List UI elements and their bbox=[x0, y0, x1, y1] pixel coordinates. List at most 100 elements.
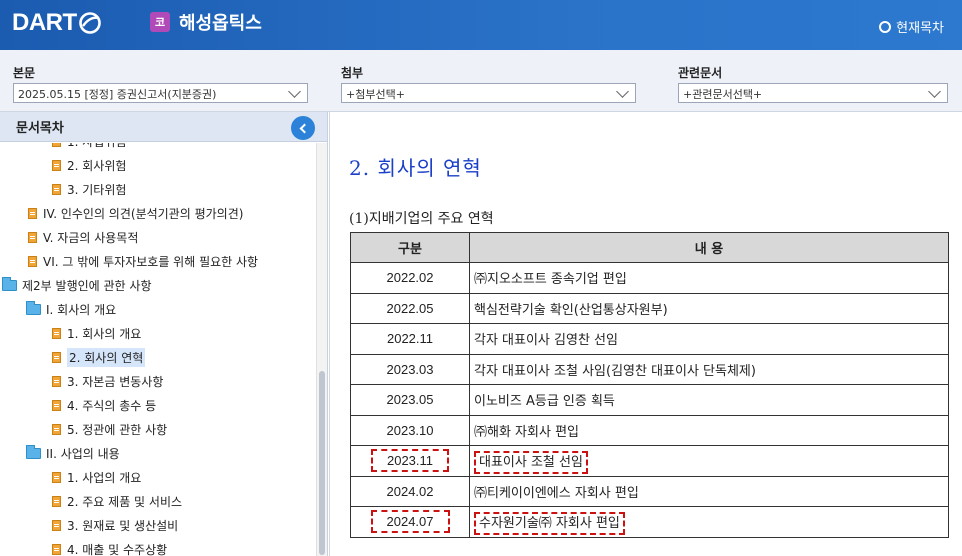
sidebar-item[interactable]: 5. 정관에 관한 사항 bbox=[52, 419, 167, 439]
date-text: 2024.07 bbox=[370, 510, 450, 534]
document-icon bbox=[52, 143, 61, 147]
document-viewer: 2. 회사의 연혁 (1)지배기업의 주요 연혁 구분 내 용 2022.02 ㈜… bbox=[329, 112, 962, 556]
date-text: 2024.02 bbox=[386, 483, 434, 499]
sidebar-item[interactable]: 4. 주식의 총수 등 bbox=[52, 395, 156, 415]
document-icon bbox=[52, 351, 61, 363]
sidebar-item-label: 2. 회사위험 bbox=[67, 158, 127, 173]
history-table-body: 2022.02 ㈜지오소프트 종속기업 편입 2022.05 핵심전략기술 확인(산업… bbox=[350, 262, 949, 538]
collapse-sidebar-button[interactable] bbox=[291, 116, 315, 140]
document-icon bbox=[28, 255, 37, 267]
sidebar-item-label: V. 자금의 사용목적 bbox=[43, 230, 139, 245]
date-cell: 2023.10 bbox=[350, 414, 470, 446]
desc-cell: ㈜지오소프트 종속기업 편입 bbox=[469, 262, 949, 294]
main-doc-value: 2025.05.15 [정정] 증권신고서(지분증권) bbox=[18, 88, 217, 101]
sidebar-item[interactable]: 제2부 발행인에 관한 사항 bbox=[2, 275, 151, 295]
date-cell: 2024.02 bbox=[350, 475, 470, 507]
sidebar-item[interactable]: 2. 회사의 연혁 bbox=[52, 347, 146, 367]
date-text: 2023.11 bbox=[370, 449, 450, 473]
table-row: 2023.11 대표이사 조철 선임 bbox=[350, 445, 949, 477]
table-row: 2022.02 ㈜지오소프트 종속기업 편입 bbox=[350, 262, 949, 294]
sidebar-item-label: 2. 회사의 연혁 bbox=[67, 347, 146, 367]
toc-tree: 1. 사업위험 2. 회사위험 3. 기타위험 IV. 인수인의 의견(분석기관의 평… bbox=[0, 143, 316, 556]
document-icon bbox=[28, 231, 37, 243]
table-row: 2023.10 ㈜해화 자회사 편입 bbox=[350, 414, 949, 446]
desc-cell: 이노비즈 A등급 인증 획득 bbox=[469, 384, 949, 416]
top-header: DART 코 해성옵틱스 현재목차 bbox=[0, 0, 962, 50]
folder-icon bbox=[26, 444, 41, 459]
sidebar-item[interactable]: 3. 기타위험 bbox=[52, 179, 126, 199]
document-icon bbox=[52, 543, 61, 555]
toc-title: 문서목차 bbox=[16, 121, 64, 136]
table-row: 2023.05 이노비즈 A등급 인증 획득 bbox=[350, 384, 949, 416]
sidebar-item-label: 3. 원재료 및 생산설비 bbox=[67, 518, 179, 533]
logo-globe-icon bbox=[78, 12, 101, 34]
desc-text: 대표이사 조철 선임 bbox=[474, 451, 588, 475]
toc-scrollbar[interactable] bbox=[316, 143, 327, 556]
desc-text: 수자원기술㈜ 자회사 편입 bbox=[474, 512, 625, 536]
related-doc-label: 관련문서 bbox=[678, 66, 723, 80]
date-cell: 2023.03 bbox=[350, 353, 470, 385]
current-toc-toggle[interactable]: 현재목차 bbox=[879, 17, 944, 36]
date-text: 2022.05 bbox=[386, 300, 434, 316]
date-cell: 2023.11 bbox=[350, 445, 470, 477]
table-row: 2022.05 핵심전략기술 확인(산업통상자원부) bbox=[350, 292, 949, 324]
sidebar-item[interactable]: 3. 자본금 변동사항 bbox=[52, 371, 163, 391]
folder-icon bbox=[2, 276, 17, 291]
main-doc-select[interactable]: 2025.05.15 [정정] 증권신고서(지분증권) bbox=[13, 83, 308, 103]
sidebar-item-label: 3. 기타위험 bbox=[67, 182, 127, 197]
desc-text: 이노비즈 A등급 인증 획득 bbox=[474, 394, 615, 410]
sidebar-item[interactable]: 1. 회사의 개요 bbox=[52, 323, 141, 343]
chevron-down-icon bbox=[616, 85, 629, 98]
sidebar-item-label: 1. 사업위험 bbox=[67, 143, 126, 150]
document-icon bbox=[52, 159, 61, 171]
sidebar-item-label: 제2부 발행인에 관한 사항 bbox=[22, 278, 152, 293]
desc-text: ㈜해화 자회사 편입 bbox=[474, 424, 579, 440]
date-text: 2022.02 bbox=[386, 270, 434, 286]
sidebar-item[interactable]: 2. 주요 제품 및 서비스 bbox=[52, 491, 182, 511]
document-icon bbox=[52, 399, 61, 411]
folder-icon bbox=[26, 300, 41, 315]
sidebar-item-label: 1. 회사의 개요 bbox=[67, 326, 142, 341]
desc-text: 각자 대표이사 김영찬 선임 bbox=[474, 333, 618, 349]
sidebar-item[interactable]: 1. 사업의 개요 bbox=[52, 467, 141, 487]
desc-text: ㈜티케이이엔에스 자회사 편입 bbox=[474, 485, 639, 501]
scroll-thumb[interactable] bbox=[319, 371, 325, 555]
radio-icon bbox=[879, 20, 892, 33]
sidebar-item[interactable]: 3. 원재료 및 생산설비 bbox=[52, 515, 178, 535]
table-header-row: 구분 내 용 bbox=[350, 232, 949, 263]
desc-text: ㈜지오소프트 종속기업 편입 bbox=[474, 272, 627, 288]
document-icon bbox=[52, 423, 61, 435]
desc-cell: 핵심전략기술 확인(산업통상자원부) bbox=[469, 292, 949, 324]
sidebar-item[interactable]: I. 회사의 개요 bbox=[26, 299, 116, 319]
chevron-down-icon bbox=[288, 85, 301, 98]
date-text: 2023.05 bbox=[386, 392, 434, 408]
document-icon bbox=[52, 495, 61, 507]
sidebar-item[interactable]: IV. 인수인의 의견(분석기관의 평가의견) bbox=[28, 203, 243, 223]
sidebar-item[interactable]: 2. 회사위험 bbox=[52, 155, 126, 175]
attach-doc-value: +첨부선택+ bbox=[346, 88, 405, 101]
document-icon bbox=[52, 471, 61, 483]
document-icon bbox=[52, 183, 61, 195]
document-icon bbox=[28, 207, 37, 219]
related-doc-select[interactable]: +관련문서선택+ bbox=[678, 83, 948, 103]
dart-logo[interactable]: DART bbox=[12, 8, 102, 38]
sidebar-item[interactable]: II. 사업의 내용 bbox=[26, 443, 120, 463]
date-cell: 2023.05 bbox=[350, 384, 470, 416]
related-doc-value: +관련문서선택+ bbox=[683, 88, 763, 101]
desc-text: 핵심전략기술 확인(산업통상자원부) bbox=[474, 302, 668, 318]
desc-cell: ㈜티케이이엔에스 자회사 편입 bbox=[469, 475, 949, 507]
table-row: 2024.02 ㈜티케이이엔에스 자회사 편입 bbox=[350, 475, 949, 507]
sidebar-item-label: VI. 그 밖에 투자자보호를 위해 필요한 사항 bbox=[43, 254, 259, 269]
sidebar-item[interactable]: 1. 사업위험 bbox=[52, 143, 126, 151]
sidebar-item-label: 1. 사업의 개요 bbox=[67, 470, 142, 485]
sidebar-item[interactable]: 4. 매출 및 수주상황 bbox=[52, 539, 167, 556]
sidebar-item[interactable]: V. 자금의 사용목적 bbox=[28, 227, 138, 247]
document-icon bbox=[52, 375, 61, 387]
date-cell: 2022.11 bbox=[350, 323, 470, 355]
attach-doc-group: 첨부 +첨부선택+ bbox=[341, 64, 636, 103]
date-text: 2023.10 bbox=[386, 422, 434, 438]
sidebar-item[interactable]: VI. 그 밖에 투자자보호를 위해 필요한 사항 bbox=[28, 251, 258, 271]
sidebar-item-label: I. 회사의 개요 bbox=[46, 302, 117, 317]
attach-doc-select[interactable]: +첨부선택+ bbox=[341, 83, 636, 103]
main-doc-label: 본문 bbox=[13, 66, 36, 80]
